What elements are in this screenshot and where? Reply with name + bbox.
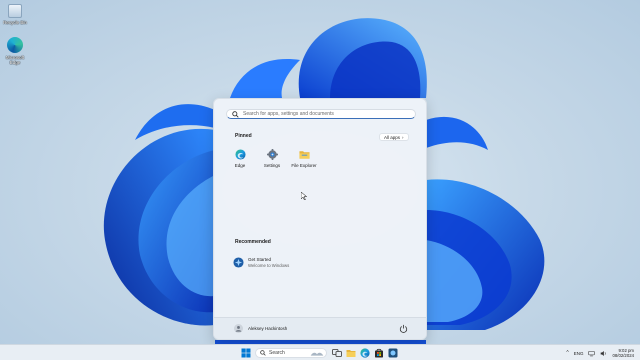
start-search-input[interactable] [243,111,413,117]
gear-icon [266,149,278,160]
recommended-item-subtitle: Welcome to Windows [248,262,290,268]
all-apps-label: All apps [384,134,401,140]
recommended-item-get-started[interactable]: Get Started Welcome to Windows [233,254,353,270]
tray-chevron-icon[interactable]: ^ [566,350,568,356]
desktop-icon-recycle-bin[interactable]: Recycle Bin [2,4,28,25]
user-account-button[interactable]: Aleksey Hackintosh [234,323,287,334]
pinned-heading: Pinned [235,133,252,139]
edge-icon [7,37,23,53]
start-menu: Pinned All apps › Edge [213,98,427,340]
windows-start-icon[interactable] [241,348,251,358]
input-language[interactable]: ENG [574,351,584,356]
start-search-box[interactable] [226,109,416,119]
system-tray: ^ ENG 9:02 pm 08/02/2024 [566,347,634,359]
recommended-item-name: Get Started [248,256,272,262]
taskbar: Search ^ ENG 9:02 pm 08/02/2024 [0,344,640,360]
app-icon[interactable] [388,348,398,358]
pinned-app-file-explorer[interactable]: File Explorer [288,149,320,168]
all-apps-button[interactable]: All apps › [379,133,409,141]
pinned-app-label: File Explorer [291,163,317,168]
edge-icon[interactable] [360,348,370,358]
chevron-right-icon: › [402,134,404,140]
pinned-app-edge[interactable]: Edge [224,149,256,168]
avatar [234,324,243,333]
desktop-icon-label: Microsoft Edge [5,55,25,65]
volume-icon[interactable] [600,350,607,357]
taskbar-clock[interactable]: 9:02 pm 08/02/2024 [612,348,634,358]
user-icon [235,326,242,332]
file-explorer-icon[interactable] [346,348,356,358]
power-icon[interactable] [399,324,408,333]
clock-date: 08/02/2024 [612,353,634,358]
pinned-app-label: Edge [234,163,246,168]
recycle-bin-icon [8,4,22,18]
desktop: Recycle Bin Microsoft Edge Pinned All ap… [0,0,640,344]
taskbar-search-box[interactable]: Search [255,348,327,358]
user-name: Aleksey Hackintosh [248,326,288,331]
pinned-app-label: Settings [263,163,281,168]
search-highlight-icon [310,352,324,356]
microsoft-store-icon[interactable] [374,348,384,358]
pinned-app-settings[interactable]: Settings [256,149,288,168]
search-icon [232,110,239,118]
folder-icon [298,151,310,159]
network-icon[interactable] [588,350,596,357]
mouse-pointer-icon [301,192,307,200]
taskbar-search-label: Search [269,350,285,356]
task-view-icon[interactable] [332,348,342,358]
start-user-bar: Aleksey Hackintosh [214,317,426,339]
desktop-icon-label: Recycle Bin [3,20,27,25]
recommended-heading: Recommended [235,239,271,245]
edge-icon [234,149,246,160]
desktop-icon-edge[interactable]: Microsoft Edge [2,37,28,65]
get-started-icon [233,256,244,268]
search-icon [260,350,266,356]
